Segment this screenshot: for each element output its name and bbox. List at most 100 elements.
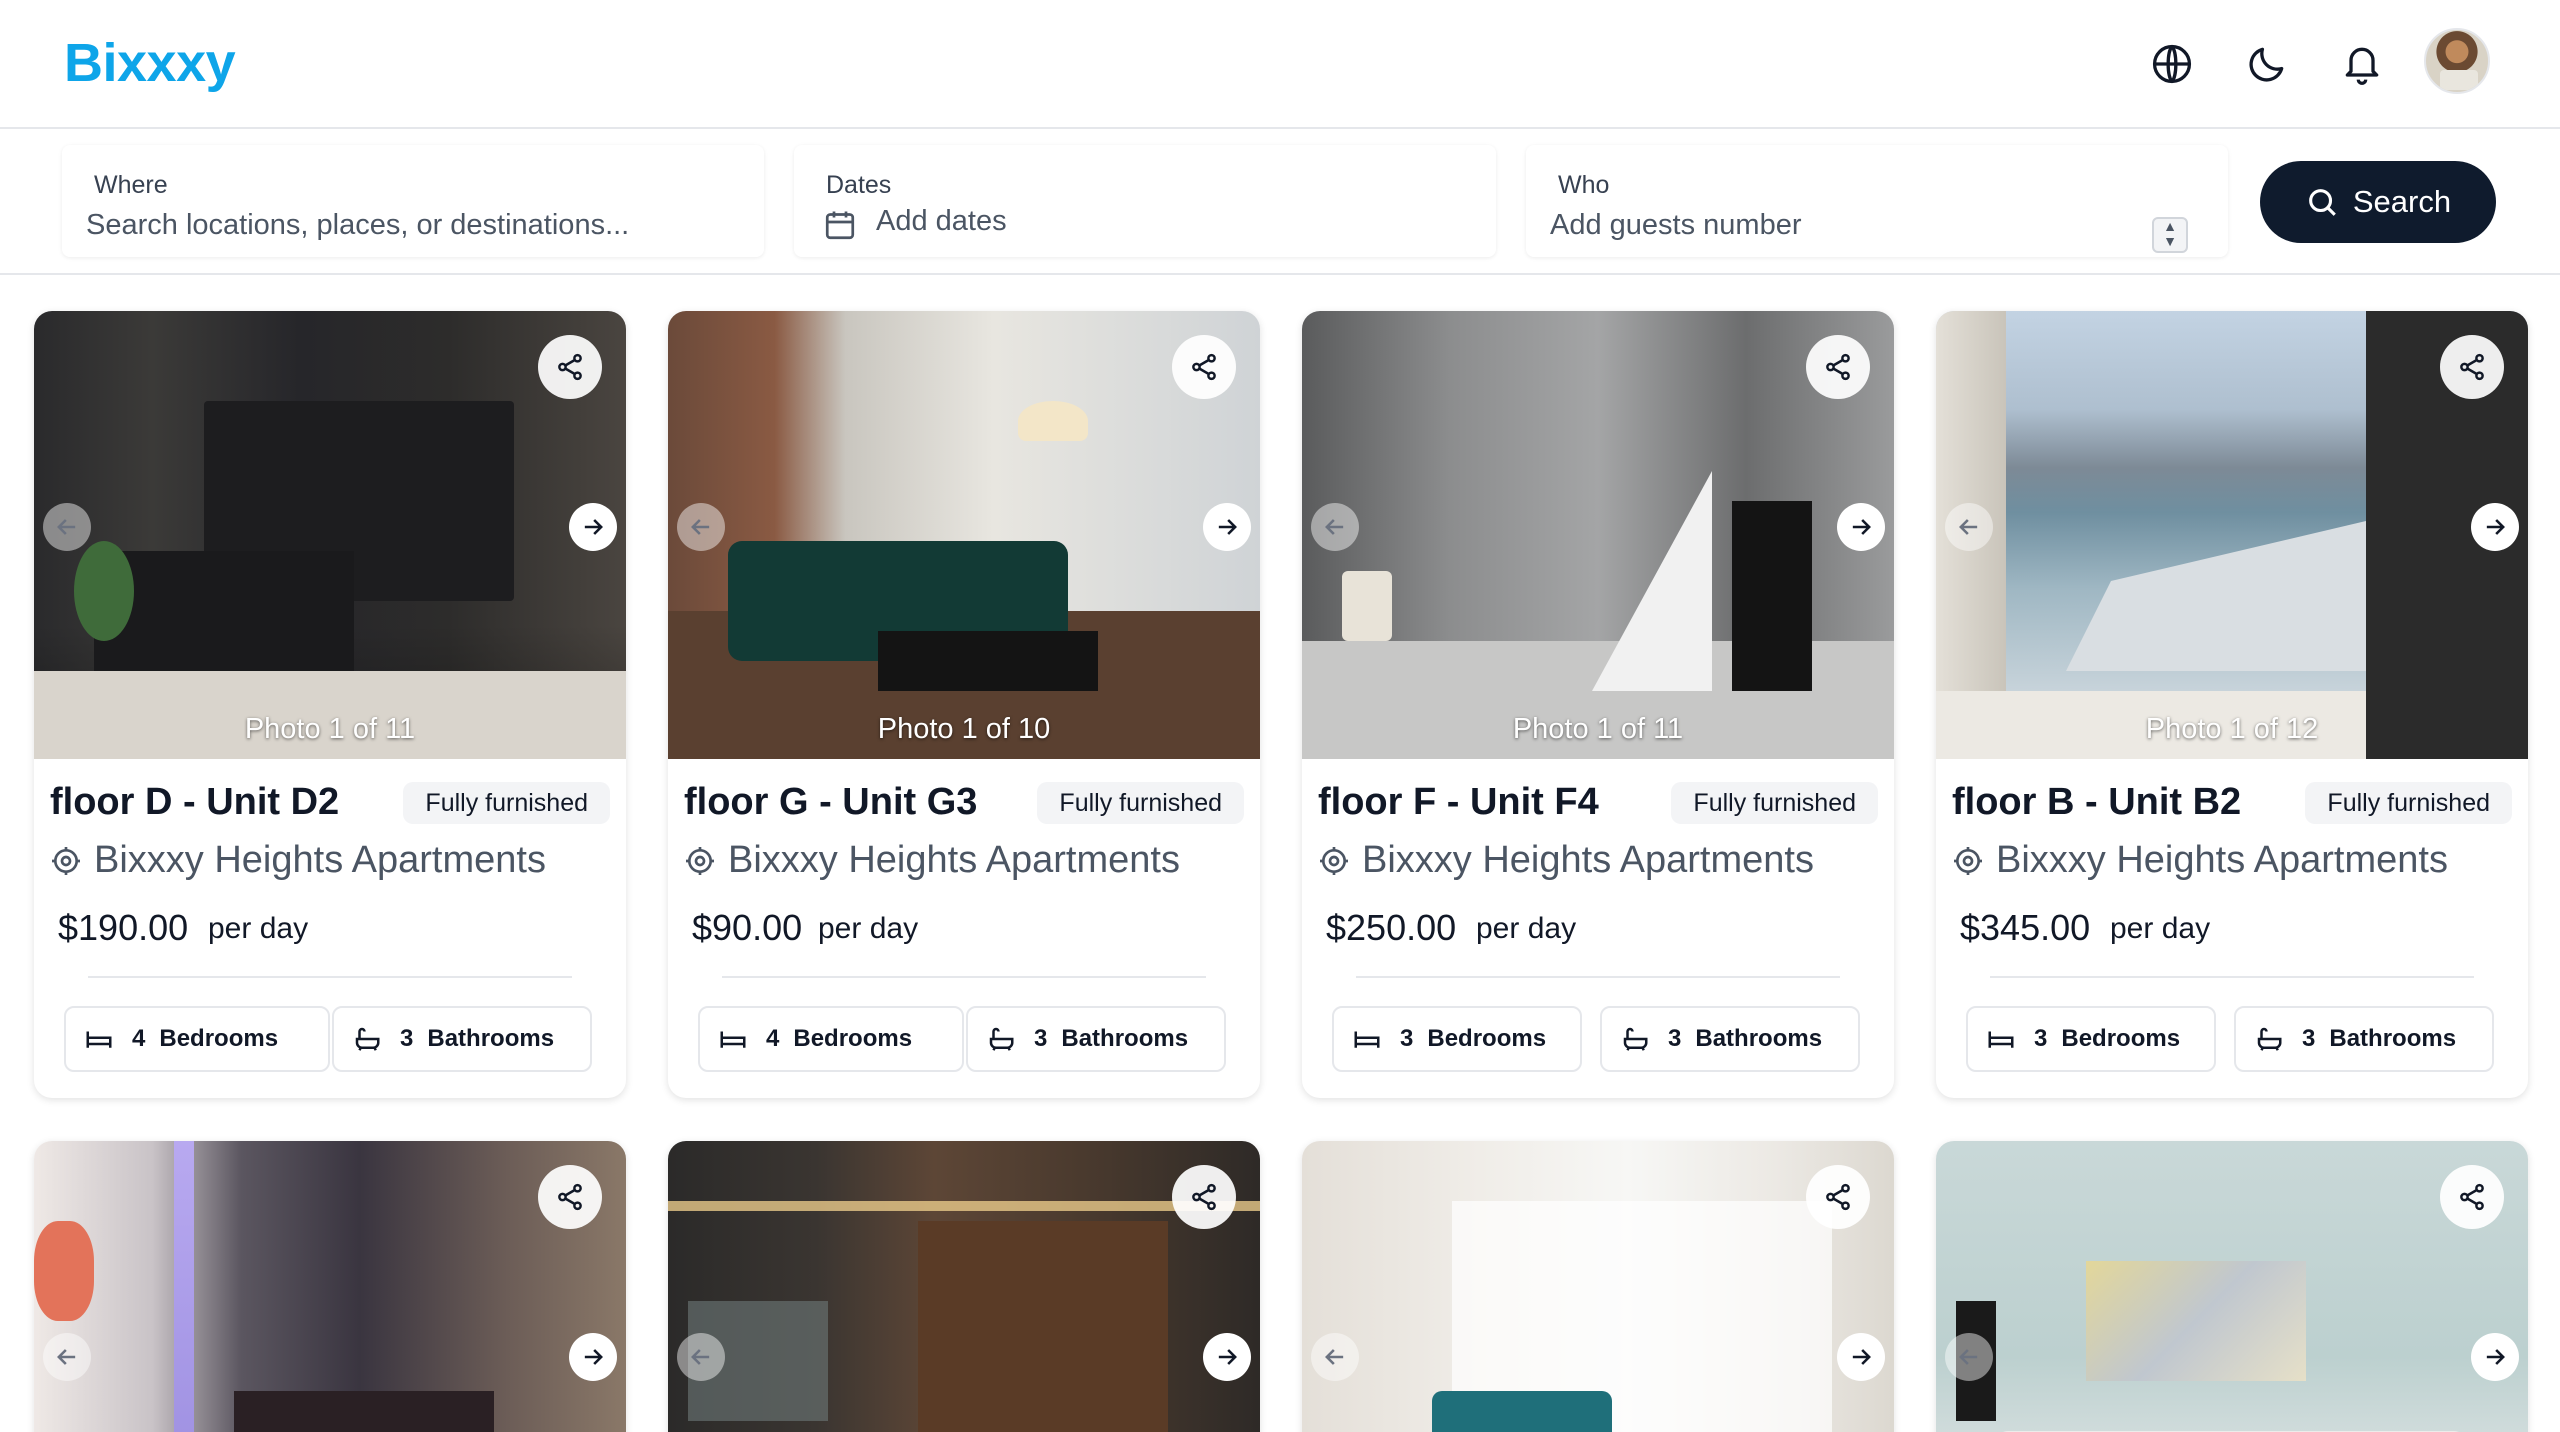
search-bar: Where Search locations, places, or desti… — [0, 129, 2560, 275]
bedrooms-count: 3 — [1400, 1025, 1414, 1052]
where-field[interactable]: Where Search locations, places, or desti… — [62, 145, 764, 257]
moon-icon[interactable] — [2245, 42, 2289, 86]
building-name: Bixxxy Heights Apartments — [1996, 839, 2448, 881]
search-button-label: Search — [2352, 184, 2452, 219]
listing-card[interactable] — [668, 1141, 1260, 1432]
previous-photo-button[interactable] — [43, 1333, 91, 1381]
listing-location: Bixxxy Heights Apartments — [1952, 839, 2448, 882]
previous-photo-button[interactable] — [1311, 503, 1359, 551]
bed-icon — [720, 1031, 746, 1048]
bathrooms-label: Bathrooms — [1695, 1025, 1823, 1052]
listing-title[interactable]: floor D - Unit D2 — [50, 781, 339, 824]
share-icon[interactable] — [1172, 335, 1236, 399]
listing-photo[interactable] — [1936, 311, 2528, 759]
price-unit: per day — [2110, 912, 2211, 945]
bedrooms-chip: 4 Bedrooms — [698, 1006, 964, 1072]
bathrooms-label: Bathrooms — [1061, 1025, 1189, 1052]
listing-card[interactable]: Photo 1 of 10 floor G - Unit G3 Fully fu… — [668, 311, 1260, 1098]
previous-photo-button[interactable] — [677, 503, 725, 551]
divider — [88, 976, 572, 978]
bedrooms-chip: 3 Bedrooms — [1332, 1006, 1582, 1072]
listing-title[interactable]: floor F - Unit F4 — [1318, 781, 1599, 824]
bedrooms-label: Bedrooms — [2061, 1025, 2181, 1052]
bathtub-icon — [2257, 1027, 2282, 1051]
bedrooms-chip: 3 Bedrooms — [1966, 1006, 2216, 1072]
bathrooms-chip: 3 Bathrooms — [1600, 1006, 1860, 1072]
share-icon[interactable] — [2440, 335, 2504, 399]
share-icon[interactable] — [1806, 1165, 1870, 1229]
listing-card[interactable] — [34, 1141, 626, 1432]
bathrooms-count: 3 — [2302, 1025, 2316, 1052]
previous-photo-button[interactable] — [1311, 1333, 1359, 1381]
next-photo-button[interactable] — [1837, 503, 1885, 551]
listing-photo[interactable] — [668, 311, 1260, 759]
price-unit: per day — [208, 912, 309, 945]
bed-icon — [1354, 1031, 1380, 1048]
where-input[interactable]: Search locations, places, or destination… — [86, 209, 629, 242]
guests-input[interactable]: Add guests number — [1550, 209, 1801, 242]
where-label: Where — [94, 171, 168, 199]
share-icon[interactable] — [1806, 335, 1870, 399]
listing-card[interactable]: Photo 1 of 12 floor B - Unit B2 Fully fu… — [1936, 311, 2528, 1098]
next-photo-button[interactable] — [2471, 1333, 2519, 1381]
bathtub-icon — [355, 1027, 380, 1051]
furnished-badge: Fully furnished — [403, 782, 610, 824]
listing-location: Bixxxy Heights Apartments — [50, 839, 546, 882]
listing-location: Bixxxy Heights Apartments — [684, 839, 1180, 882]
globe-icon[interactable] — [2150, 42, 2194, 86]
listing-card[interactable] — [1302, 1141, 1894, 1432]
bathrooms-count: 3 — [1668, 1025, 1682, 1052]
share-icon[interactable] — [2440, 1165, 2504, 1229]
bedrooms-count: 4 — [766, 1025, 780, 1052]
listing-title[interactable]: floor B - Unit B2 — [1952, 781, 2241, 824]
listing-photo[interactable] — [1302, 311, 1894, 759]
listing-photo[interactable] — [668, 1141, 1260, 1432]
listing-photo[interactable] — [1936, 1141, 2528, 1432]
previous-photo-button[interactable] — [1945, 1333, 1993, 1381]
bedrooms-label: Bedrooms — [793, 1025, 913, 1052]
calendar-icon — [822, 207, 858, 243]
next-photo-button[interactable] — [1203, 503, 1251, 551]
avatar[interactable] — [2424, 28, 2490, 94]
bell-icon[interactable] — [2340, 42, 2384, 86]
previous-photo-button[interactable] — [677, 1333, 725, 1381]
listing-card[interactable]: Photo 1 of 11 floor F - Unit F4 Fully fu… — [1302, 311, 1894, 1098]
bed-icon — [86, 1031, 112, 1048]
bathrooms-chip: 3 Bathrooms — [2234, 1006, 2494, 1072]
previous-photo-button[interactable] — [1945, 503, 1993, 551]
location-icon — [686, 846, 714, 875]
share-icon[interactable] — [538, 1165, 602, 1229]
share-icon[interactable] — [538, 335, 602, 399]
listing-card[interactable]: Photo 1 of 11 floor D - Unit D2 Fully fu… — [34, 311, 626, 1098]
dates-input[interactable]: Add dates — [876, 205, 1007, 238]
bed-icon — [1988, 1031, 2014, 1048]
listing-location: Bixxxy Heights Apartments — [1318, 839, 1814, 882]
divider — [722, 976, 1206, 978]
who-field[interactable]: Who Add guests number ▲ ▼ — [1526, 145, 2228, 257]
previous-photo-button[interactable] — [43, 503, 91, 551]
dates-field[interactable]: Dates Add dates — [794, 145, 1496, 257]
bathrooms-chip: 3 Bathrooms — [966, 1006, 1226, 1072]
next-photo-button[interactable] — [1203, 1333, 1251, 1381]
listing-photo[interactable] — [1302, 1141, 1894, 1432]
listing-price: $250.00 — [1326, 907, 1457, 948]
bedrooms-label: Bedrooms — [159, 1025, 279, 1052]
listing-photo[interactable] — [34, 1141, 626, 1432]
bathrooms-count: 3 — [1034, 1025, 1048, 1052]
listing-title[interactable]: floor G - Unit G3 — [684, 781, 977, 824]
bathtub-icon — [1623, 1027, 1648, 1051]
bedrooms-count: 3 — [2034, 1025, 2048, 1052]
next-photo-button[interactable] — [569, 503, 617, 551]
share-icon[interactable] — [1172, 1165, 1236, 1229]
listing-card[interactable] — [1936, 1141, 2528, 1432]
location-icon — [1320, 846, 1348, 875]
photo-counter: Photo 1 of 11 — [1512, 713, 1684, 745]
next-photo-button[interactable] — [2471, 503, 2519, 551]
guests-stepper[interactable]: ▲ ▼ — [2152, 217, 2188, 253]
next-photo-button[interactable] — [1837, 1333, 1885, 1381]
next-photo-button[interactable] — [569, 1333, 617, 1381]
bathrooms-label: Bathrooms — [2329, 1025, 2457, 1052]
listing-photo[interactable] — [34, 311, 626, 759]
app-logo[interactable]: Bixxxy — [64, 32, 236, 94]
search-button[interactable]: Search — [2260, 161, 2496, 243]
